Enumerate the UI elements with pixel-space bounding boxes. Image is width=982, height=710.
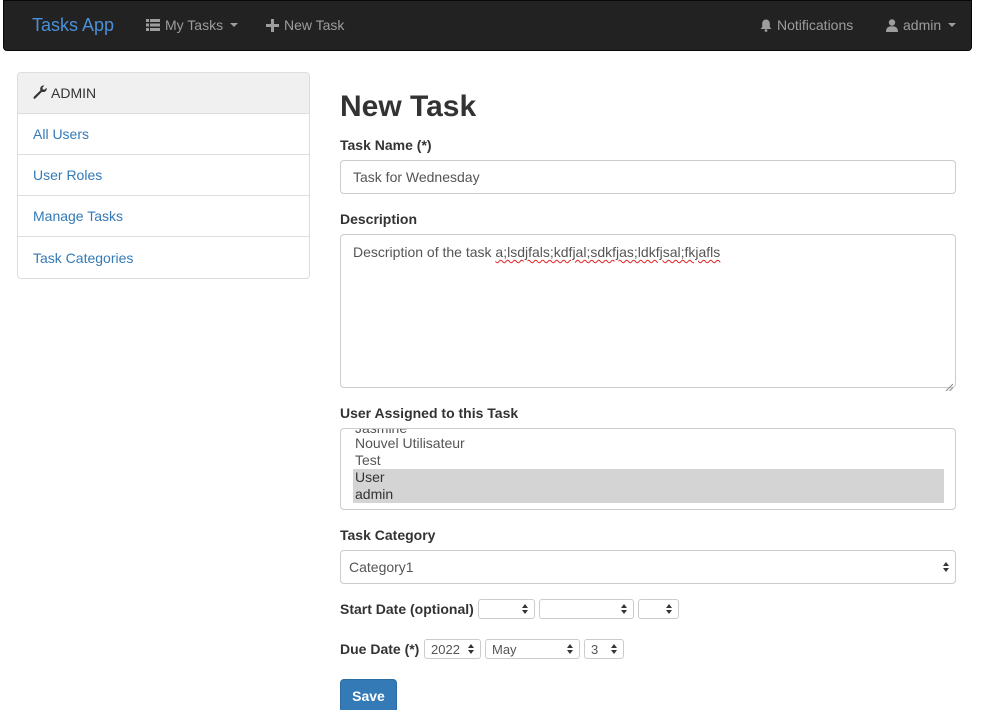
- select-arrows-icon: [467, 644, 475, 654]
- user-icon: [886, 18, 898, 32]
- bell-icon: [760, 19, 772, 32]
- list-option[interactable]: Test: [353, 452, 944, 469]
- my-tasks-dropdown[interactable]: My Tasks: [146, 17, 239, 33]
- task-category-value: Category1: [349, 559, 414, 575]
- chevron-down-icon: [230, 23, 239, 27]
- select-arrows-icon: [942, 562, 950, 572]
- user-assigned-listbox[interactable]: Jasmine Nouvel Utilisateur Test User adm…: [340, 428, 956, 510]
- sidebar-item-manage-tasks[interactable]: Manage Tasks: [18, 196, 309, 237]
- list-option-selected[interactable]: User: [353, 469, 944, 486]
- list-option-selected[interactable]: admin: [353, 486, 944, 503]
- task-name-input[interactable]: Task for Wednesday: [340, 160, 956, 194]
- due-day-select[interactable]: 3: [584, 639, 624, 659]
- admin-sidebar: ADMIN All Users User Roles Manage Tasks …: [17, 72, 310, 279]
- user-assigned-label: User Assigned to this Task: [340, 405, 519, 421]
- sidebar-item-all-users[interactable]: All Users: [18, 114, 309, 155]
- select-arrows-icon: [521, 604, 529, 614]
- due-year-value: 2022: [431, 641, 460, 657]
- list-icon: [146, 19, 160, 31]
- app-brand[interactable]: Tasks App: [32, 15, 114, 36]
- start-date-label: Start Date (optional): [340, 601, 474, 617]
- top-navbar: Tasks App My Tasks New Task Notification…: [3, 0, 972, 51]
- select-arrows-icon: [566, 644, 574, 654]
- task-category-select[interactable]: Category1: [340, 550, 956, 584]
- my-tasks-label: My Tasks: [165, 17, 224, 33]
- sidebar-header: ADMIN: [18, 73, 309, 114]
- sidebar-header-label: ADMIN: [51, 85, 97, 101]
- resize-handle-icon[interactable]: [945, 377, 954, 392]
- list-option[interactable]: Nouvel Utilisateur: [353, 435, 944, 452]
- task-category-label: Task Category: [340, 527, 436, 543]
- sidebar-item-user-roles[interactable]: User Roles: [18, 155, 309, 196]
- new-task-label: New Task: [284, 17, 345, 33]
- due-month-value: May: [492, 641, 517, 657]
- description-textarea[interactable]: Description of the task a;lsdjfals;kdfja…: [340, 234, 956, 392]
- sidebar-item-task-categories[interactable]: Task Categories: [18, 237, 309, 278]
- new-task-link[interactable]: New Task: [266, 17, 344, 33]
- due-date-label: Due Date (*): [340, 641, 420, 657]
- description-misspelled-text: a;lsdjfals;kdfjal;sdkfjas;ldkfjsal;fkjaf…: [495, 244, 721, 260]
- plus-icon: [266, 18, 279, 32]
- due-day-value: 3: [591, 641, 599, 657]
- description-label: Description: [340, 211, 418, 227]
- user-menu-dropdown[interactable]: admin: [886, 17, 957, 33]
- task-name-label: Task Name (*): [340, 137, 432, 153]
- notifications-link[interactable]: Notifications: [760, 17, 853, 33]
- notifications-label: Notifications: [777, 17, 854, 33]
- user-name: admin: [903, 17, 942, 33]
- select-arrows-icon: [620, 604, 628, 614]
- wrench-icon: [33, 85, 47, 102]
- start-day-select[interactable]: [638, 599, 679, 619]
- due-month-select[interactable]: May: [485, 639, 580, 659]
- select-arrows-icon: [610, 644, 618, 654]
- start-year-select[interactable]: [478, 599, 535, 619]
- chevron-down-icon: [948, 23, 957, 27]
- description-text: Description of the task: [353, 244, 496, 260]
- select-arrows-icon: [665, 604, 673, 614]
- save-button[interactable]: Save: [340, 679, 397, 710]
- page-title: New Task: [340, 90, 477, 123]
- due-year-select[interactable]: 2022: [424, 639, 481, 659]
- start-month-select[interactable]: [539, 599, 634, 619]
